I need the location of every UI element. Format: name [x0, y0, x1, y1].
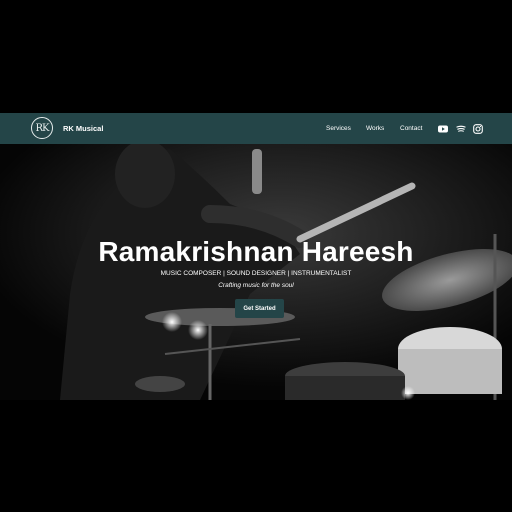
nav-services[interactable]: Services [326, 113, 351, 144]
logo-text: RK [35, 122, 50, 134]
hero-subtitle: MUSIC COMPOSER | SOUND DESIGNER | INSTRU… [160, 270, 352, 277]
instagram-icon[interactable] [472, 123, 483, 134]
youtube-icon[interactable] [437, 123, 448, 134]
get-started-button[interactable]: Get Started [235, 299, 284, 318]
navbar: RK RK Musical Services Works Contact [0, 113, 512, 144]
nav-contact[interactable]: Contact [400, 113, 422, 144]
brand-name[interactable]: RK Musical [63, 113, 103, 144]
hero-section: Ramakrishnan Hareesh MUSIC COMPOSER | SO… [0, 144, 512, 400]
hero-title: Ramakrishnan Hareesh [98, 236, 414, 267]
nav-works[interactable]: Works [366, 113, 384, 144]
logo[interactable]: RK [31, 117, 53, 139]
hero-tagline: Crafting music for the soul [218, 282, 294, 289]
spotify-icon[interactable] [455, 123, 466, 134]
